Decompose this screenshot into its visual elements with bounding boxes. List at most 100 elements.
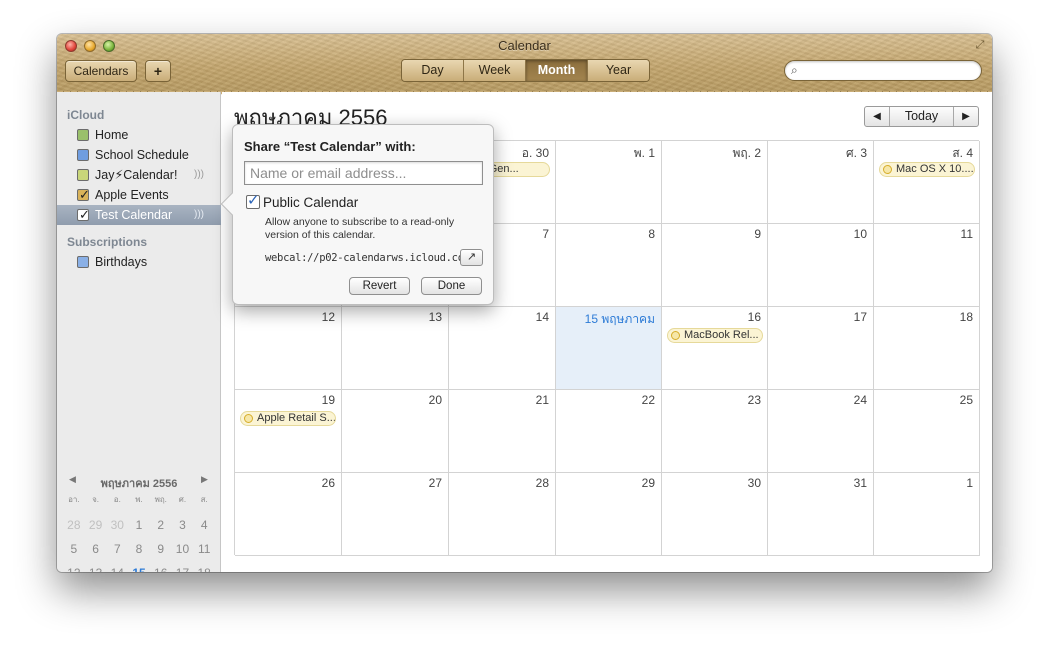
sidebar-item-jay-calendar[interactable]: Jay⚡Calendar! ))) [57, 165, 221, 185]
calendar-event[interactable]: Mac OS X 10.... [879, 162, 975, 177]
mini-day[interactable]: 5 [63, 537, 85, 561]
day-number: 16 [747, 310, 761, 324]
day-number: พ. 1 [633, 146, 655, 160]
day-number: 12 [321, 310, 335, 324]
day-cell[interactable]: 26 [235, 473, 342, 556]
day-cell[interactable]: 10 [768, 224, 874, 307]
day-cell[interactable]: 27 [342, 473, 449, 556]
view-week-button[interactable]: Week [464, 60, 526, 81]
day-cell[interactable]: 12 [235, 307, 342, 390]
calendar-color-checkbox[interactable] [77, 149, 89, 161]
calendar-color-checkbox[interactable]: ✓ [77, 207, 90, 222]
mini-day[interactable]: 11 [193, 537, 215, 561]
view-switcher: Day Week Month Year [401, 59, 650, 82]
day-cell[interactable]: พฤ. 2 [662, 141, 768, 224]
calendar-color-checkbox[interactable] [77, 169, 89, 181]
day-cell[interactable]: 29 [556, 473, 662, 556]
mini-day[interactable]: 9 [150, 537, 172, 561]
mini-day[interactable]: 13 [85, 561, 107, 572]
mini-day[interactable]: 1 [128, 513, 150, 537]
mini-day[interactable]: 15 [128, 561, 150, 572]
day-cell[interactable]: 23 [662, 390, 768, 473]
event-title: Apple Retail S... [257, 412, 336, 424]
mini-next-month-icon[interactable]: ▶ [201, 474, 208, 485]
sidebar-item-home[interactable]: Home [57, 125, 221, 145]
mini-calendar-title: พฤษภาคม 2556 [100, 478, 178, 490]
mini-weekday-row: อา. จ. อ. พ. พฤ. ศ. ส. [63, 493, 215, 506]
calendars-button[interactable]: Calendars [65, 60, 137, 82]
day-cell[interactable]: 13 [342, 307, 449, 390]
view-day-button[interactable]: Day [402, 60, 464, 81]
calendar-color-checkbox[interactable] [77, 129, 89, 141]
calendar-sidebar: iCloud Home School Schedule Jay⚡Calendar… [57, 92, 221, 572]
day-number: 23 [747, 393, 761, 407]
day-cell[interactable]: 14 [449, 307, 556, 390]
day-number: 31 [853, 476, 867, 490]
day-cell[interactable]: 18 [874, 307, 980, 390]
day-number: 9 [754, 227, 761, 241]
day-cell[interactable]: 28 [449, 473, 556, 556]
day-number: 19 [321, 393, 335, 407]
sidebar-item-test-calendar[interactable]: ✓ Test Calendar ))) [57, 205, 221, 225]
mini-day[interactable]: 18 [193, 561, 215, 572]
search-field[interactable]: ⌕ [784, 60, 982, 81]
public-calendar-checkbox[interactable]: ✓ [246, 192, 260, 209]
mini-day[interactable]: 29 [85, 513, 107, 537]
day-cell[interactable]: 9 [662, 224, 768, 307]
day-cell[interactable]: 25 [874, 390, 980, 473]
day-cell[interactable]: 19 Apple Retail S... [235, 390, 342, 473]
day-cell[interactable]: 17 [768, 307, 874, 390]
revert-button[interactable]: Revert [349, 277, 410, 295]
subscriptions-heading: Subscriptions [67, 235, 148, 249]
today-button[interactable]: Today [890, 107, 953, 126]
sidebar-item-birthdays[interactable]: Birthdays [57, 252, 221, 272]
calendar-color-checkbox[interactable] [77, 256, 89, 268]
done-button[interactable]: Done [421, 277, 482, 295]
day-cell[interactable]: 20 [342, 390, 449, 473]
mini-day[interactable]: 14 [106, 561, 128, 572]
share-email-input[interactable] [244, 161, 483, 185]
mini-day[interactable]: 3 [172, 513, 194, 537]
mini-day[interactable]: 2 [150, 513, 172, 537]
mini-day[interactable]: 4 [193, 513, 215, 537]
next-month-button[interactable]: ▶ [953, 107, 978, 126]
mini-day[interactable]: 12 [63, 561, 85, 572]
day-cell[interactable]: 31 [768, 473, 874, 556]
fullscreen-icon[interactable]: ⤢ [974, 39, 986, 51]
day-cell[interactable]: 8 [556, 224, 662, 307]
share-url-button[interactable]: ↗ [460, 249, 483, 266]
day-cell[interactable]: 21 [449, 390, 556, 473]
mini-weekday-label: พฤ. [154, 495, 167, 504]
day-cell[interactable]: ส. 4 Mac OS X 10.... [874, 141, 980, 224]
sidebar-item-label: Test Calendar [95, 208, 173, 222]
view-month-button[interactable]: Month [526, 60, 588, 81]
calendar-color-checkbox[interactable]: ✓ [77, 187, 90, 202]
day-cell[interactable]: 22 [556, 390, 662, 473]
calendar-event[interactable]: Apple Retail S... [240, 411, 336, 426]
add-event-button[interactable]: + [145, 60, 171, 82]
calendar-event[interactable]: MacBook Rel... [667, 328, 763, 343]
day-cell[interactable]: พ. 1 [556, 141, 662, 224]
mini-day[interactable]: 28 [63, 513, 85, 537]
day-cell[interactable]: 1 [874, 473, 980, 556]
day-number: 30 [747, 476, 761, 490]
day-number: 10 [853, 227, 867, 241]
sidebar-item-school-schedule[interactable]: School Schedule [57, 145, 221, 165]
mini-day[interactable]: 8 [128, 537, 150, 561]
day-cell[interactable]: 16 MacBook Rel... [662, 307, 768, 390]
day-cell[interactable]: ศ. 3 [768, 141, 874, 224]
view-year-button[interactable]: Year [588, 60, 649, 81]
mini-day[interactable]: 6 [85, 537, 107, 561]
mini-day[interactable]: 17 [172, 561, 194, 572]
day-cell[interactable]: 11 [874, 224, 980, 307]
day-cell[interactable]: 30 [662, 473, 768, 556]
day-cell[interactable]: 24 [768, 390, 874, 473]
mini-day[interactable]: 7 [106, 537, 128, 561]
previous-month-button[interactable]: ◀ [865, 107, 890, 126]
mini-day[interactable]: 16 [150, 561, 172, 572]
day-number: อ. 30 [521, 146, 549, 160]
day-cell[interactable]: 15 พฤษภาคม [556, 307, 662, 390]
mini-day[interactable]: 30 [106, 513, 128, 537]
mini-day[interactable]: 10 [172, 537, 194, 561]
sidebar-item-apple-events[interactable]: ✓ Apple Events [57, 185, 221, 205]
